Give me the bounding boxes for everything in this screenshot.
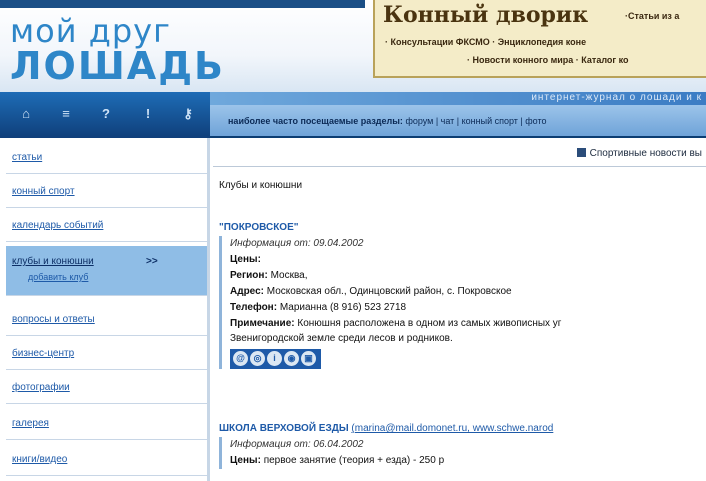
address-label: Адрес:: [230, 286, 264, 297]
club-details: Информация от: 06.04.2002 Цены: первое з…: [219, 437, 706, 469]
promo-line-3[interactable]: · Новости конного мира · Каталог ко: [467, 55, 629, 65]
price-value: первое занятие (теория + езда) - 250 р: [263, 455, 445, 466]
sidebar-item-clubs[interactable]: клубы и конюшни >> добавить клуб: [6, 246, 207, 296]
sidebar-item-business[interactable]: бизнес-центр: [6, 338, 207, 370]
page-title: Клубы и конюшни: [219, 180, 303, 191]
header-top-stripe: [0, 0, 365, 8]
promo-banner[interactable]: Конный дворик ·Статьи из а · Консультаци…: [373, 0, 706, 78]
icon-toolbar: ⌂ ≡ ? ! ⚷: [0, 92, 210, 138]
note-row: Примечание: Конюшня расположена в одном …: [230, 316, 706, 332]
club-details: Информация от: 09.04.2002 Цены: Регион: …: [219, 236, 706, 369]
phone-row: Телефон: Марианна (8 916) 523 2718: [230, 300, 706, 316]
sidebar-item-label[interactable]: книги/видео: [12, 454, 67, 465]
add-club-link[interactable]: добавить клуб: [28, 272, 88, 282]
club-title-link[interactable]: "ПОКРОВСКОЕ": [219, 222, 706, 233]
home-icon[interactable]: ⌂: [18, 106, 34, 122]
info-date: Информация от: 06.04.2002: [230, 439, 364, 450]
help-icon[interactable]: ?: [98, 106, 114, 122]
address-value: Московская обл., Одинцовский район, с. П…: [266, 286, 512, 297]
club-title[interactable]: ШКОЛА ВЕРХОВОЙ ЕЗДЫ: [219, 423, 349, 434]
sidebar-item-label[interactable]: клубы и конюшни: [12, 256, 94, 267]
sidebar-item-qa[interactable]: вопросы и ответы: [6, 304, 207, 336]
main-content: Спортивные новости вы Клубы и конюшни "П…: [213, 140, 706, 481]
club-contact-links[interactable]: (marina@mail.domonet.ru, www.schwe.narod: [351, 423, 553, 434]
popular-sections-label: наиболее часто посещаемые разделы:: [228, 116, 403, 126]
sidebar-item-label[interactable]: бизнес-центр: [12, 348, 74, 359]
price-row: Цены: первое занятие (теория + езда) - 2…: [230, 453, 706, 469]
region-label: Регион:: [230, 270, 268, 281]
promo-line-2[interactable]: · Консультации ФКСМО · Энциклопедия коне: [385, 37, 586, 47]
map-icon[interactable]: ◉: [284, 351, 299, 366]
club-title-link[interactable]: ШКОЛА ВЕРХОВОЙ ЕЗДЫ (marina@mail.domonet…: [219, 423, 706, 434]
info-icon[interactable]: !: [140, 106, 156, 122]
entry-action-buttons: @ ◎ i ◉ ▣: [230, 349, 321, 369]
site-logo-line1[interactable]: мой друг: [10, 14, 171, 48]
email-icon[interactable]: @: [233, 351, 248, 366]
promo-title[interactable]: Конный дворик: [383, 2, 588, 28]
site-header: мой друг ЛОШАДЬ Конный дворик ·Статьи из…: [0, 0, 706, 92]
sidebar-item-label[interactable]: вопросы и ответы: [12, 314, 95, 325]
sidebar-item-label[interactable]: статьи: [12, 152, 42, 163]
price-label: Цены:: [230, 254, 261, 265]
news-icon: [576, 148, 586, 157]
divider: [213, 166, 706, 167]
sidebar-item-label[interactable]: конный спорт: [12, 186, 75, 197]
globe-icon[interactable]: ◎: [250, 351, 265, 366]
club-entry: "ПОКРОВСКОЕ" Информация от: 09.04.2002 Ц…: [219, 222, 706, 369]
info-date: Информация от: 09.04.2002: [230, 238, 364, 249]
price-row: Цены:: [230, 252, 706, 268]
photo-icon[interactable]: ▣: [301, 351, 316, 366]
sidebar-item-label[interactable]: галерея: [12, 418, 49, 429]
popular-sections-bar: наиболее часто посещаемые разделы: форум…: [210, 105, 706, 138]
sidebar-item-events-calendar[interactable]: календарь событий: [6, 210, 207, 242]
sidebar-item-label[interactable]: календарь событий: [12, 220, 103, 231]
sidebar-item-books-video[interactable]: книги/видео: [6, 444, 207, 476]
sports-news-link[interactable]: Спортивные новости вы: [576, 148, 702, 159]
sports-news-label[interactable]: Спортивные новости вы: [590, 148, 702, 159]
active-arrow-icon: >>: [146, 256, 158, 267]
note-continued: Звенигородской земле среди лесов и родни…: [230, 333, 453, 344]
sidebar-item-articles[interactable]: статьи: [6, 142, 207, 174]
phone-value: Марианна (8 916) 523 2718: [279, 302, 407, 313]
sidebar-item-photos[interactable]: фотографии: [6, 372, 207, 404]
popular-sections-links[interactable]: форум | чат | конный спорт | фото: [405, 116, 546, 126]
price-label: Цены:: [230, 455, 261, 466]
promo-line-1[interactable]: ·Статьи из а: [625, 11, 679, 21]
info-icon[interactable]: i: [267, 351, 282, 366]
region-value: Москва,: [270, 270, 308, 281]
club-entry: ШКОЛА ВЕРХОВОЙ ЕЗДЫ (marina@mail.domonet…: [219, 423, 706, 469]
region-row: Регион: Москва,: [230, 268, 706, 284]
site-logo-line2[interactable]: ЛОШАДЬ: [10, 46, 225, 86]
menu-icon[interactable]: ≡: [58, 106, 74, 122]
subtitle-bar: интернет-журнал о лошади и к: [210, 92, 706, 105]
sidebar-item-gallery[interactable]: галерея: [6, 408, 207, 440]
key-icon[interactable]: ⚷: [180, 106, 196, 122]
sidebar-item-label[interactable]: фотографии: [12, 382, 70, 393]
sidebar-item-equestrian-sport[interactable]: конный спорт: [6, 176, 207, 208]
note-label: Примечание:: [230, 318, 295, 329]
phone-label: Телефон:: [230, 302, 278, 313]
note-value: Конюшня расположена в одном из самых жив…: [297, 318, 562, 329]
site-subtitle: интернет-журнал о лошади и к: [531, 92, 702, 103]
address-row: Адрес: Московская обл., Одинцовский райо…: [230, 284, 706, 300]
sidebar-nav: статьи конный спорт календарь событий кл…: [0, 138, 210, 481]
